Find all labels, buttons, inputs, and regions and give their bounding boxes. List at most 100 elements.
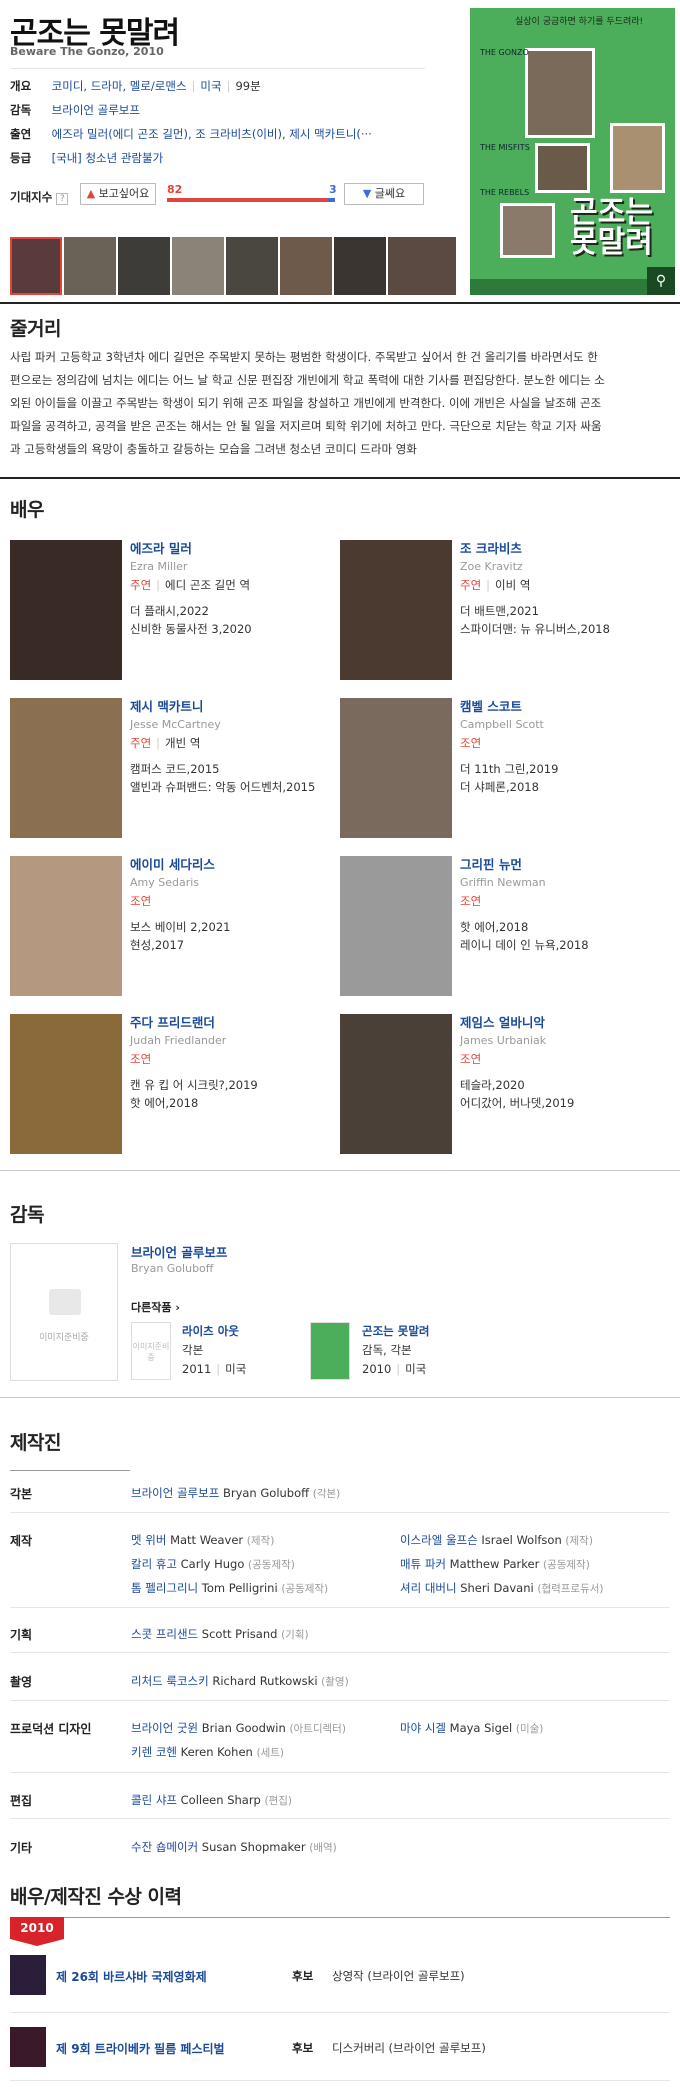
filmography-item[interactable]: 더 플래시,2022	[130, 602, 340, 620]
movie-poster[interactable]: 실상이 궁금하면 하기를 두드려라! THE GONZO THE MISFITS…	[470, 8, 675, 295]
actor-english-name: Griffin Newman	[460, 876, 546, 889]
magnify-icon[interactable]: ⚲	[647, 267, 675, 295]
actor-name[interactable]: 에이미 세다리스	[130, 856, 340, 874]
comment-count: 3	[329, 183, 337, 196]
festival-name[interactable]: 제 26회 바르샤바 국제영화제	[56, 1968, 207, 1985]
festival-name[interactable]: 제 9회 트라이베카 필름 페스티벌	[56, 2040, 225, 2057]
filmography-item[interactable]: 신비한 동물사전 3,2020	[130, 620, 340, 638]
actor-name[interactable]: 조 크라비츠	[460, 540, 670, 558]
actor-name[interactable]: 제시 맥카트니	[130, 698, 340, 716]
actor-card[interactable]: 제임스 얼바니악 James Urbaniak 조연 테슬라,2020 어디갔어, 버나…	[340, 1014, 670, 1154]
overview-row: 개요 코미디, 드라마, 멜로/로맨스 | 미국 | 99분	[10, 79, 261, 93]
actor-name[interactable]: 제임스 얼바니악	[460, 1014, 670, 1032]
still-thumbnail[interactable]	[226, 237, 278, 295]
director-link[interactable]: 브라이언 골루보프	[52, 103, 140, 117]
crew-member: 멧 위버 Matt Weaver (제작)	[131, 1533, 275, 1547]
actor-card[interactable]: 주다 프리드랜더 Judah Friedlander 조연 캔 유 킵 어 시크릿?,…	[10, 1014, 340, 1154]
genre-link[interactable]: 코미디, 드라마, 멜로/로맨스	[52, 79, 187, 93]
actor-card[interactable]: 그리핀 뉴먼 Griffin Newman 조연 핫 에어,2018 레이니 데이 인 …	[340, 856, 670, 996]
actor-name[interactable]: 주다 프리드랜더	[130, 1014, 340, 1032]
crew-member: 브라이언 골루보프 Bryan Goluboff (각본)	[131, 1486, 341, 1500]
cast-link[interactable]: 에즈라 밀러(에디 곤조 길먼), 조 크라비츠(이비), 제시 맥카트니(··…	[52, 127, 372, 141]
still-thumbnail[interactable]	[118, 237, 170, 295]
still-thumbnail[interactable]	[64, 237, 116, 295]
filmography-item[interactable]: 스파이더맨: 뉴 유니버스,2018	[460, 620, 670, 638]
still-thumbnail[interactable]	[10, 237, 62, 295]
actor-name[interactable]: 에즈라 밀러	[130, 540, 340, 558]
character: 에디 곤조 길먼 역	[165, 578, 251, 592]
cast-row: 출연 에즈라 밀러(에디 곤조 길먼), 조 크라비츠(이비), 제시 맥카트니…	[10, 126, 372, 142]
awards-heading: 배우/제작진 수상 이력	[10, 1886, 182, 1908]
actor-english-name: Amy Sedaris	[130, 876, 200, 889]
want-count: 82	[167, 183, 183, 196]
actor-name[interactable]: 캠벨 스코트	[460, 698, 670, 716]
filmography-item[interactable]: 핫 에어,2018	[130, 1094, 340, 1112]
still-thumbnail[interactable]	[172, 237, 224, 295]
work-role: 각본	[182, 1343, 204, 1357]
actor-photo[interactable]	[10, 698, 122, 838]
filmography-item[interactable]: 현성,2017	[130, 936, 340, 954]
crew-label-produce: 제작	[10, 1534, 33, 1548]
rating-link[interactable]: [국내] 청소년 관람불가	[52, 151, 164, 165]
actor-card[interactable]: 제시 맥카트니 Jesse McCartney 주연 | 개빈 역 캠퍼스 코드,2015…	[10, 698, 340, 838]
work-item: 라이츠 아웃 각본 2011 | 미국	[182, 1322, 247, 1376]
poster-title: 곤조는 못말려	[570, 195, 653, 260]
filmography-item[interactable]: 보스 베이비 2,2021	[130, 918, 340, 936]
country-link[interactable]: 미국	[200, 79, 221, 93]
actor-photo[interactable]	[340, 856, 452, 996]
filmography-item[interactable]: 캔 유 킵 어 시크릿?,2019	[130, 1076, 340, 1094]
actor-card[interactable]: 에이미 세다리스 Amy Sedaris 조연 보스 베이비 2,2021 현성,201…	[10, 856, 340, 996]
work-title[interactable]: 곤조는 못말려	[362, 1322, 429, 1341]
actor-english-name: Campbell Scott	[460, 718, 544, 731]
filmography-item[interactable]: 테슬라,2020	[460, 1076, 670, 1094]
filmography-item[interactable]: 레이니 데이 인 뉴욕,2018	[460, 936, 670, 954]
want-to-see-button[interactable]: ▲ 보고싶어요	[80, 183, 156, 205]
actor-card[interactable]: 에즈라 밀러 Ezra Miller 주연 | 에디 곤조 길먼 역더 플래시,2022…	[10, 540, 340, 680]
synopsis-heading: 줄거리	[10, 318, 61, 340]
filmography-item[interactable]: 더 샤페론,2018	[460, 778, 670, 796]
work-item: 곤조는 못말려 감독, 각본 2010 | 미국	[362, 1322, 430, 1376]
still-thumbnail[interactable]	[280, 237, 332, 295]
actor-photo[interactable]	[340, 540, 452, 680]
character: 개빈 역	[165, 736, 201, 750]
still-thumbnail[interactable]	[388, 237, 456, 295]
runtime: 99분	[235, 79, 261, 93]
character: 이비 역	[495, 578, 531, 592]
no-image-icon	[49, 1289, 81, 1315]
actor-name[interactable]: 그리핀 뉴먼	[460, 856, 670, 874]
filmography-item[interactable]: 더 배트맨,2021	[460, 602, 670, 620]
filmography-item[interactable]: 앨빈과 슈퍼밴드: 악동 어드벤처,2015	[130, 778, 340, 796]
actor-english-name: Judah Friedlander	[130, 1034, 227, 1047]
other-works-link[interactable]: 다른작품 ›	[131, 1299, 180, 1315]
filmography-item[interactable]: 어디갔어, 버나뎃,2019	[460, 1094, 670, 1112]
crew-member: 브라이언 굿윈 Brian Goodwin (아트디렉터)	[131, 1721, 346, 1735]
filmography-item[interactable]: 캠퍼스 코드,2015	[130, 760, 340, 778]
award-prize: 상영작 (브라이언 골루보프)	[332, 1969, 465, 1983]
crew-member: 이스라엘 울프슨 Israel Wolfson (제작)	[400, 1533, 593, 1547]
actor-photo[interactable]	[340, 1014, 452, 1154]
cast-type: 조연	[460, 1052, 482, 1066]
cast-type: 조연	[460, 736, 482, 750]
work-poster-placeholder[interactable]: 이미지준비중	[131, 1322, 171, 1380]
actor-card[interactable]: 캠벨 스코트 Campbell Scott 조연더 11th 그린,2019 더 샤페…	[340, 698, 670, 838]
crew-member: 수잔 숍메이커 Susan Shopmaker (배역)	[131, 1840, 337, 1854]
actor-photo[interactable]	[340, 698, 452, 838]
work-title[interactable]: 라이츠 아웃	[182, 1322, 246, 1341]
cast-type: 주연	[130, 578, 152, 592]
help-icon[interactable]: ?	[56, 193, 69, 205]
crew-member: 콜린 샤프 Colleen Sharp (편집)	[131, 1793, 293, 1807]
director-name[interactable]: 브라이언 골루보프	[131, 1242, 227, 1261]
filmography-item[interactable]: 핫 에어,2018	[460, 918, 670, 936]
not-sure-button[interactable]: ▼ 글쎄요	[344, 183, 424, 205]
actor-photo[interactable]	[10, 1014, 122, 1154]
crew-member: 매튜 파커 Matthew Parker (공동제작)	[400, 1557, 590, 1571]
filmography-item[interactable]: 더 11th 그린,2019	[460, 760, 670, 778]
award-status: 후보	[292, 1969, 314, 1983]
actor-photo[interactable]	[10, 540, 122, 680]
work-poster[interactable]	[310, 1322, 350, 1380]
cast-type: 주연	[460, 578, 482, 592]
actor-card[interactable]: 조 크라비츠 Zoe Kravitz 주연 | 이비 역더 배트맨,2021 스파이더맨:…	[340, 540, 670, 680]
overview-label: 개요	[10, 79, 32, 93]
actor-photo[interactable]	[10, 856, 122, 996]
still-thumbnail[interactable]	[334, 237, 386, 295]
